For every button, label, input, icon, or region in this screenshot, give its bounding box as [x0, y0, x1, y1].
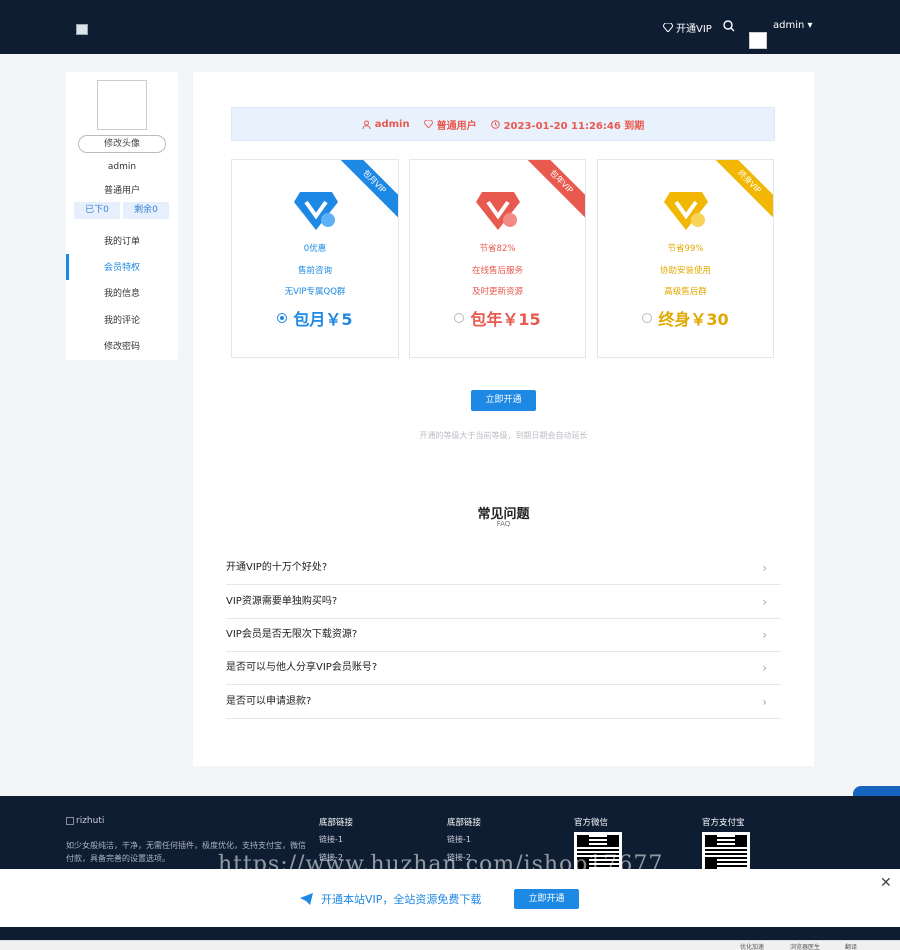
info-user-name: admin	[374, 118, 410, 130]
plan-radio[interactable]	[454, 313, 465, 323]
faq-question: VIP会员是否无限次下载资源?	[226, 629, 358, 640]
faq-item[interactable]: 开通VIP的十万个好处? ›	[226, 551, 781, 585]
upgrade-note: 开通的等级大于当前等级，到期日期会自动延长	[419, 431, 588, 440]
plan-benefit: 协助安装使用	[659, 266, 711, 276]
footer-col-title: 底部链接	[447, 818, 482, 828]
remaining-count: 剩余0	[123, 202, 169, 219]
faq-question: 开通VIP的十万个好处?	[226, 562, 328, 573]
footer-logo[interactable]: rizhuti	[66, 816, 104, 826]
plan-benefit: 无VIP专属QQ群	[284, 287, 346, 297]
site-logo[interactable]	[76, 24, 88, 35]
faq-subtitle: FAQ	[496, 520, 511, 528]
plan-benefit: 及时更新资源	[471, 287, 523, 297]
chevron-right-icon: ›	[762, 561, 767, 575]
plan-benefit: 高级售后群	[664, 287, 707, 297]
faq-question: 是否可以申请退款?	[226, 696, 312, 707]
footer-col-title: 底部链接	[319, 818, 354, 828]
vip-badge-icon	[476, 192, 520, 230]
sidebar-user-level: 普通用户	[103, 186, 140, 196]
plan-ribbon: 终身VIP	[709, 160, 773, 222]
faq-item[interactable]: 是否可以与他人分享VIP会员账号? ›	[226, 651, 781, 685]
promo-text: 开通本站VIP，全站资源免费下载	[321, 893, 482, 906]
plan-price-row: 包月￥5	[232, 306, 398, 330]
avatar	[97, 80, 147, 130]
open-vip-button[interactable]: 立即开通	[471, 390, 536, 411]
alipay-title: 官方支付宝	[702, 818, 745, 828]
sidebar-item-vip-privileges[interactable]: 会员特权	[66, 259, 178, 277]
chevron-right-icon: ›	[762, 661, 767, 675]
promo-message: 开通本站VIP，全站资源免费下载	[300, 891, 481, 907]
vip-badge-icon	[294, 192, 338, 230]
sidebar-item-orders[interactable]: 我的订单	[66, 233, 178, 251]
footer-logo-text: rizhuti	[76, 816, 105, 826]
promo-open-button[interactable]: 立即开通	[514, 889, 579, 909]
vip-badge-icon	[664, 192, 708, 230]
sidebar-username: admin	[107, 162, 137, 172]
plan-ribbon: 包年VIP	[521, 160, 585, 222]
alipay-qr-code	[702, 832, 750, 872]
faq-item[interactable]: 是否可以申请退款? ›	[226, 685, 781, 719]
downloaded-count: 已下0	[74, 202, 120, 219]
plan-price-row: 包年￥15	[410, 306, 585, 330]
chevron-right-icon: ›	[762, 695, 767, 709]
vip-promo-bar: 开通本站VIP，全站资源免费下载 立即开通 ✕	[0, 869, 900, 927]
plan-benefit: 节省99%	[667, 244, 704, 254]
open-vip-link[interactable]: 开通VIP	[663, 20, 712, 35]
chevron-right-icon: ›	[762, 595, 767, 609]
plan-card-monthly[interactable]: 包月VIP 0优惠 售前咨询 无VIP专属QQ群 包月￥5	[231, 159, 399, 358]
faq-question: VIP资源需要单独购买吗?	[226, 596, 338, 607]
info-level: 普通用户	[423, 117, 477, 132]
chevron-right-icon: ›	[762, 628, 767, 642]
faq-question: 是否可以与他人分享VIP会员账号?	[226, 662, 378, 673]
info-expire: 2023-01-20 11:26:46 到期	[490, 117, 645, 132]
browser-status-bar: 优化加速 浏览器医生 翻译	[0, 940, 900, 950]
user-name: admin	[773, 20, 805, 31]
footer-link[interactable]: 链接-1	[319, 834, 343, 845]
diamond-icon	[423, 120, 433, 128]
status-item[interactable]: 翻译	[845, 942, 857, 950]
user-avatar[interactable]	[749, 32, 767, 49]
search-icon[interactable]	[722, 19, 736, 33]
change-avatar-button[interactable]: 修改头像	[78, 135, 166, 153]
close-icon[interactable]: ✕	[880, 875, 892, 891]
faq-item[interactable]: VIP资源需要单独购买吗? ›	[226, 585, 781, 619]
info-level-text: 普通用户	[436, 120, 477, 132]
plan-radio[interactable]	[277, 313, 288, 323]
plan-price: 包年￥15	[470, 310, 541, 329]
plan-price: 包月￥5	[293, 310, 353, 329]
footer-link[interactable]: 链接-1	[447, 834, 471, 845]
plan-benefit: 售前咨询	[297, 266, 332, 276]
status-item[interactable]: 优化加速	[740, 942, 764, 950]
info-user: admin	[362, 119, 410, 130]
user-sidebar: 修改头像 admin 普通用户 已下0 剩余0 我的订单 会员特权 我的信息 我…	[66, 72, 178, 360]
plan-card-lifetime[interactable]: 终身VIP 节省99% 协助安装使用 高级售后群 终身￥30	[597, 159, 774, 358]
info-expire-text: 2023-01-20 11:26:46 到期	[503, 120, 645, 132]
status-item[interactable]: 浏览器医生	[790, 942, 820, 950]
plan-benefit: 节省82%	[479, 244, 516, 254]
plan-benefit: 0优惠	[303, 244, 327, 254]
faq-item[interactable]: VIP会员是否无限次下载资源? ›	[226, 618, 781, 652]
diamond-icon	[663, 23, 673, 32]
wechat-title: 官方微信	[574, 818, 609, 828]
sidebar-item-change-password[interactable]: 修改密码	[66, 338, 178, 356]
user-menu[interactable]: admin ▾	[773, 20, 813, 31]
logo-image-icon	[66, 817, 74, 825]
paper-plane-icon	[300, 893, 313, 905]
plan-ribbon: 包月VIP	[334, 160, 398, 222]
plan-card-yearly[interactable]: 包年VIP 节省82% 在线售后服务 及时更新资源 包年￥15	[409, 159, 586, 358]
sidebar-item-comments[interactable]: 我的评论	[66, 312, 178, 330]
top-navbar: 开通VIP admin ▾	[0, 0, 900, 54]
open-vip-label: 开通VIP	[676, 24, 712, 35]
plan-benefit: 在线售后服务	[471, 266, 523, 276]
sidebar-item-my-info[interactable]: 我的信息	[66, 285, 178, 303]
user-icon	[362, 120, 371, 129]
account-info-bar: admin 普通用户 2023-01-20 11:26:46 到期	[231, 107, 775, 141]
main-panel: admin 普通用户 2023-01-20 11:26:46 到期 包月VIP …	[193, 72, 814, 766]
plan-radio[interactable]	[642, 313, 653, 323]
caret-down-icon: ▾	[807, 20, 813, 31]
plan-price-row: 终身￥30	[598, 306, 773, 330]
clock-icon	[490, 119, 500, 129]
plan-price: 终身￥30	[658, 310, 729, 329]
footer-bottom-strip	[0, 927, 900, 940]
